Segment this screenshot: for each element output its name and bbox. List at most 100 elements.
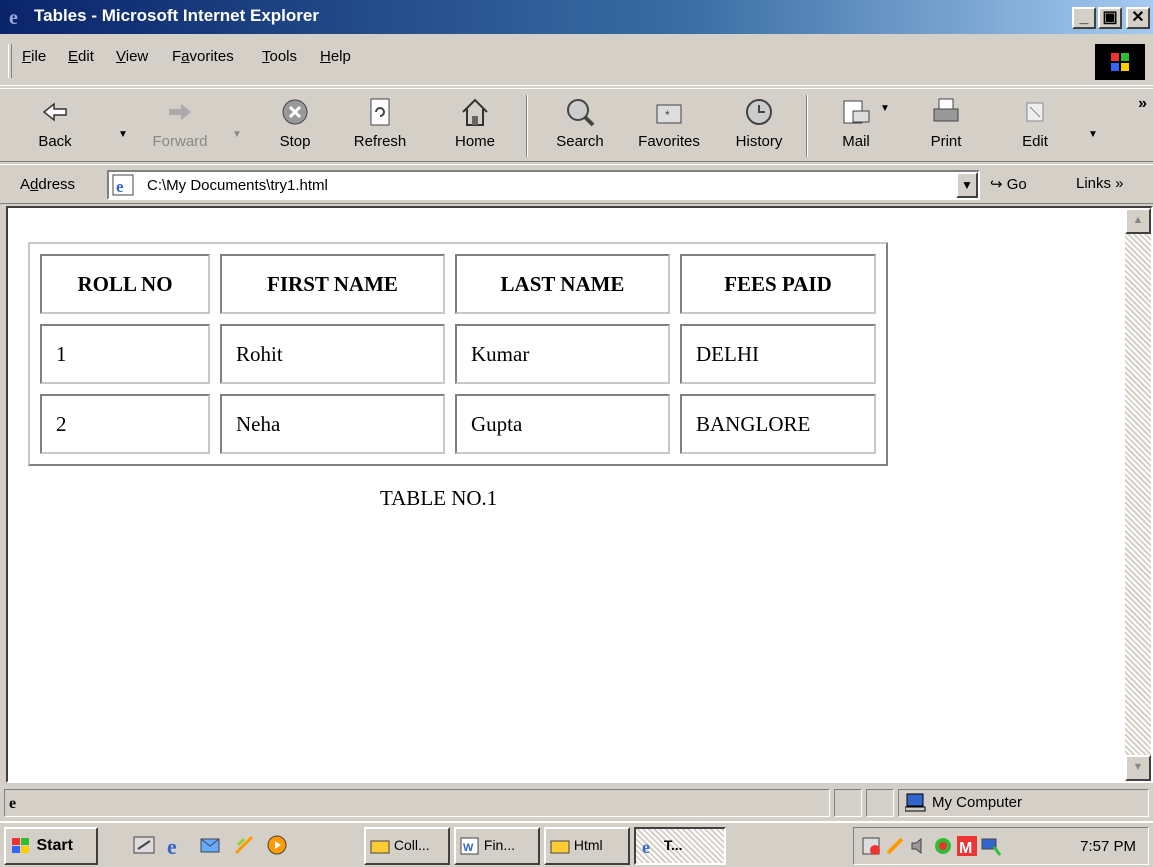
vertical-scrollbar[interactable]: ▲ ▼: [1125, 208, 1151, 781]
svg-text:e: e: [9, 7, 18, 28]
security-zone-label: My Computer: [932, 794, 1023, 811]
menu-grip[interactable]: [8, 44, 12, 78]
mail-dropdown-icon[interactable]: ▼: [880, 103, 890, 114]
windows-logo-throbber: [1095, 44, 1145, 80]
table-row: 2 Neha Gupta BANGLORE: [40, 394, 876, 454]
home-icon: [462, 98, 488, 126]
toolbar-chevron-icon[interactable]: »: [1138, 95, 1147, 113]
stop-button[interactable]: Stop: [260, 93, 330, 159]
edit-dropdown-icon[interactable]: ▼: [1088, 129, 1098, 140]
table-cell: Neha: [220, 394, 445, 454]
page-viewport: ROLL NO FIRST NAME LAST NAME FEES PAID 1…: [6, 206, 1153, 783]
table-header-cell: ROLL NO: [40, 254, 210, 314]
forward-dropdown-icon[interactable]: ▼: [232, 129, 242, 140]
volume-icon[interactable]: [908, 835, 930, 857]
clock[interactable]: 7:57 PM: [1080, 838, 1136, 855]
ie-logo-icon: e: [9, 7, 18, 28]
scroll-up-button[interactable]: ▲: [1125, 208, 1151, 234]
menu-file[interactable]: File: [22, 48, 46, 65]
back-dropdown-icon[interactable]: ▼: [118, 129, 128, 140]
task-button-html[interactable]: Html: [544, 827, 630, 865]
menu-help[interactable]: Help: [320, 48, 351, 65]
toolbar-separator: [806, 95, 808, 157]
tray-display-icon[interactable]: [980, 835, 1002, 857]
stop-icon: [282, 99, 308, 125]
menu-bar: File Edit View Favorites Tools Help: [0, 36, 1153, 86]
media-player-icon[interactable]: [265, 833, 289, 857]
windows-flag-icon: [12, 837, 29, 853]
search-button[interactable]: Search: [540, 93, 620, 159]
address-label: Address: [20, 176, 76, 193]
forward-button[interactable]: Forward: [138, 93, 222, 159]
menu-tools[interactable]: Tools: [262, 48, 297, 65]
internet-explorer-icon[interactable]: e: [165, 833, 189, 857]
close-button[interactable]: ✕: [1126, 7, 1150, 29]
svg-text:W: W: [463, 842, 474, 854]
table-cell: Rohit: [220, 324, 445, 384]
task-button-fin[interactable]: W Fin...: [454, 827, 540, 865]
back-arrow-icon: [42, 102, 67, 122]
table-header-cell: FEES PAID: [680, 254, 876, 314]
folder-icon: [550, 840, 570, 854]
forward-arrow-icon: [169, 104, 191, 120]
tray-m-icon[interactable]: M: [956, 835, 978, 857]
table-cell: 1: [40, 324, 210, 384]
table-cell: Gupta: [455, 394, 670, 454]
table-header-cell: LAST NAME: [455, 254, 670, 314]
status-text-pane: [4, 789, 830, 817]
minimize-button[interactable]: _: [1072, 7, 1096, 29]
show-desktop-icon[interactable]: [132, 833, 156, 857]
history-button[interactable]: History: [724, 93, 794, 159]
mail-icon: [843, 100, 870, 124]
print-button[interactable]: Print: [916, 93, 976, 159]
taskbar: Start e Coll... W Fin... Html e T... M 7…: [0, 821, 1153, 867]
tray-app-icon[interactable]: [860, 835, 882, 857]
my-computer-icon: [905, 793, 926, 812]
table-cell: 2: [40, 394, 210, 454]
table-header-cell: FIRST NAME: [220, 254, 445, 314]
standard-toolbar: Back ▼ Forward ▼ Stop Refresh Home Searc…: [0, 88, 1153, 162]
mail-button[interactable]: Mail: [826, 93, 886, 159]
go-button[interactable]: ↪ Go: [990, 175, 1027, 193]
tray-network-icon[interactable]: [932, 835, 954, 857]
start-button[interactable]: Start: [4, 827, 98, 865]
channels-icon[interactable]: [232, 833, 256, 857]
table-header-row: ROLL NO FIRST NAME LAST NAME FEES PAID: [40, 254, 876, 314]
title-bar: e Tables - Microsoft Internet Explorer _…: [0, 0, 1153, 34]
status-bar: e My Computer: [0, 785, 1153, 819]
word-document-icon: W: [460, 837, 479, 855]
folder-icon: [370, 840, 390, 854]
menu-edit[interactable]: Edit: [68, 48, 94, 65]
svg-text:e: e: [642, 837, 650, 856]
table-cell: DELHI: [680, 324, 876, 384]
scroll-down-button[interactable]: ▼: [1125, 755, 1151, 781]
refresh-button[interactable]: Refresh: [340, 93, 420, 159]
menu-favorites[interactable]: Favorites: [172, 48, 234, 65]
outlook-express-icon[interactable]: [198, 833, 222, 857]
links-button[interactable]: Links »: [1076, 175, 1124, 192]
maximize-button[interactable]: ▣: [1098, 7, 1122, 29]
table-cell: Kumar: [455, 324, 670, 384]
internet-explorer-icon: e: [642, 837, 650, 857]
home-button[interactable]: Home: [440, 93, 510, 159]
back-button[interactable]: Back: [20, 93, 90, 159]
status-pane: [866, 789, 894, 817]
menu-view[interactable]: View: [116, 48, 148, 65]
ie-page-icon: e: [112, 174, 134, 196]
tray-power-icon[interactable]: [884, 835, 906, 857]
address-dropdown-icon[interactable]: ▼: [956, 172, 978, 198]
table-caption: TABLE NO.1: [380, 486, 498, 510]
favorites-folder-icon: *: [656, 104, 682, 124]
task-button-coll[interactable]: Coll...: [364, 827, 450, 865]
task-button-tables[interactable]: e T...: [634, 827, 726, 865]
favorites-button[interactable]: * Favorites: [626, 93, 712, 159]
printer-icon: [933, 98, 959, 122]
status-pane: [834, 789, 862, 817]
svg-text:e: e: [116, 177, 124, 196]
system-tray: M 7:57 PM: [853, 827, 1149, 865]
address-url: C:\My Documents\try1.html: [147, 177, 328, 194]
address-input[interactable]: e C:\My Documents\try1.html ▼: [107, 170, 980, 200]
windows-flag-icon: [1111, 53, 1129, 71]
edit-button[interactable]: Edit: [1010, 93, 1060, 159]
data-table: ROLL NO FIRST NAME LAST NAME FEES PAID 1…: [28, 242, 888, 466]
